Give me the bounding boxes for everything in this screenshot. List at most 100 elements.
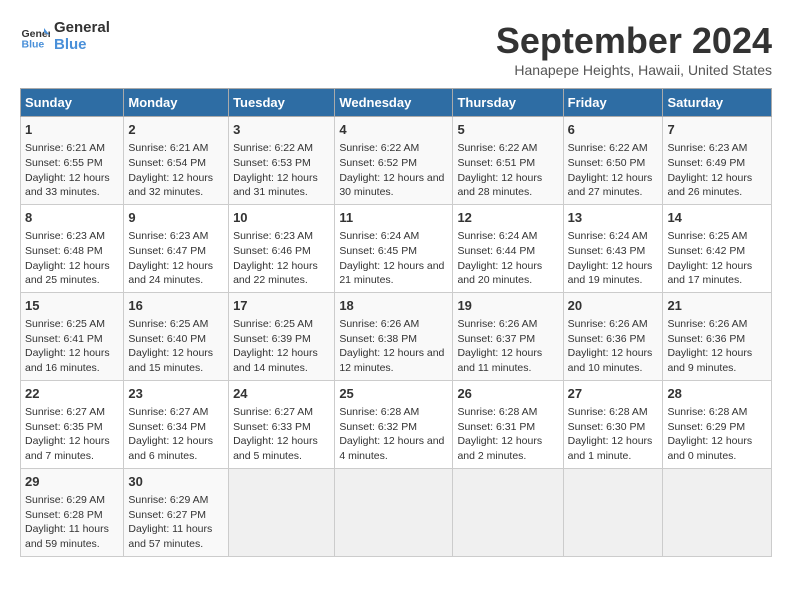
day-number: 5: [457, 121, 558, 139]
calendar-cell: 1 Sunrise: 6:21 AMSunset: 6:55 PMDaylight…: [21, 117, 124, 205]
calendar-cell: 8 Sunrise: 6:23 AMSunset: 6:48 PMDaylight…: [21, 204, 124, 292]
col-header-wednesday: Wednesday: [335, 89, 453, 117]
day-number: 19: [457, 297, 558, 315]
calendar-week-2: 8 Sunrise: 6:23 AMSunset: 6:48 PMDaylight…: [21, 204, 772, 292]
day-info: Sunrise: 6:25 AMSunset: 6:39 PMDaylight:…: [233, 317, 330, 376]
calendar-cell: 12 Sunrise: 6:24 AMSunset: 6:44 PMDayligh…: [453, 204, 563, 292]
calendar-cell: 17 Sunrise: 6:25 AMSunset: 6:39 PMDayligh…: [229, 292, 335, 380]
day-number: 14: [667, 209, 767, 227]
day-number: 18: [339, 297, 448, 315]
day-number: 10: [233, 209, 330, 227]
day-info: Sunrise: 6:28 AMSunset: 6:32 PMDaylight:…: [339, 405, 448, 464]
day-number: 6: [568, 121, 659, 139]
day-info: Sunrise: 6:25 AMSunset: 6:40 PMDaylight:…: [128, 317, 224, 376]
day-info: Sunrise: 6:26 AMSunset: 6:37 PMDaylight:…: [457, 317, 558, 376]
day-number: 21: [667, 297, 767, 315]
calendar-cell: 23 Sunrise: 6:27 AMSunset: 6:34 PMDayligh…: [124, 380, 229, 468]
day-number: 27: [568, 385, 659, 403]
calendar-cell: 7 Sunrise: 6:23 AMSunset: 6:49 PMDaylight…: [663, 117, 772, 205]
calendar-cell: 3Sunrise: 6:22 AMSunset: 6:53 PMDaylight…: [229, 117, 335, 205]
day-number: 29: [25, 473, 119, 491]
day-info: Sunrise: 6:28 AMSunset: 6:31 PMDaylight:…: [457, 405, 558, 464]
calendar-table: SundayMondayTuesdayWednesdayThursdayFrid…: [20, 88, 772, 557]
day-info: Sunrise: 6:21 AMSunset: 6:55 PMDaylight:…: [25, 141, 119, 200]
calendar-cell: 29Sunrise: 6:29 AMSunset: 6:28 PMDayligh…: [21, 468, 124, 556]
logo-icon: General Blue: [20, 22, 50, 52]
main-title: September 2024: [496, 20, 772, 62]
col-header-sunday: Sunday: [21, 89, 124, 117]
day-info: Sunrise: 6:28 AMSunset: 6:30 PMDaylight:…: [568, 405, 659, 464]
calendar-cell: 16 Sunrise: 6:25 AMSunset: 6:40 PMDayligh…: [124, 292, 229, 380]
col-header-thursday: Thursday: [453, 89, 563, 117]
calendar-cell: 26 Sunrise: 6:28 AMSunset: 6:31 PMDayligh…: [453, 380, 563, 468]
col-header-friday: Friday: [563, 89, 663, 117]
calendar-cell: 28 Sunrise: 6:28 AMSunset: 6:29 PMDayligh…: [663, 380, 772, 468]
calendar-cell: 11Sunrise: 6:24 AMSunset: 6:45 PMDayligh…: [335, 204, 453, 292]
day-info: Sunrise: 6:25 AMSunset: 6:41 PMDaylight:…: [25, 317, 119, 376]
calendar-cell: 14 Sunrise: 6:25 AMSunset: 6:42 PMDayligh…: [663, 204, 772, 292]
day-info: Sunrise: 6:22 AMSunset: 6:51 PMDaylight:…: [457, 141, 558, 200]
calendar-cell: 4 Sunrise: 6:22 AMSunset: 6:52 PMDaylight…: [335, 117, 453, 205]
title-area: September 2024 Hanapepe Heights, Hawaii,…: [496, 20, 772, 78]
calendar-cell: 19 Sunrise: 6:26 AMSunset: 6:37 PMDayligh…: [453, 292, 563, 380]
calendar-cell: 10 Sunrise: 6:23 AMSunset: 6:46 PMDayligh…: [229, 204, 335, 292]
col-header-tuesday: Tuesday: [229, 89, 335, 117]
day-info: Sunrise: 6:24 AMSunset: 6:43 PMDaylight:…: [568, 229, 659, 288]
calendar-cell: 15Sunrise: 6:25 AMSunset: 6:41 PMDayligh…: [21, 292, 124, 380]
calendar-cell: 13 Sunrise: 6:24 AMSunset: 6:43 PMDayligh…: [563, 204, 663, 292]
day-info: Sunrise: 6:22 AMSunset: 6:52 PMDaylight:…: [339, 141, 448, 200]
calendar-cell: [563, 468, 663, 556]
day-info: Sunrise: 6:27 AMSunset: 6:33 PMDaylight:…: [233, 405, 330, 464]
calendar-cell: 24 Sunrise: 6:27 AMSunset: 6:33 PMDayligh…: [229, 380, 335, 468]
subtitle: Hanapepe Heights, Hawaii, United States: [496, 62, 772, 78]
col-header-monday: Monday: [124, 89, 229, 117]
calendar-cell: 18 Sunrise: 6:26 AMSunset: 6:38 PMDayligh…: [335, 292, 453, 380]
day-number: 1: [25, 121, 119, 139]
calendar-cell: 6 Sunrise: 6:22 AMSunset: 6:50 PMDaylight…: [563, 117, 663, 205]
header: General Blue General Blue September 2024…: [20, 20, 772, 78]
day-info: Sunrise: 6:23 AMSunset: 6:49 PMDaylight:…: [667, 141, 767, 200]
day-number: 3: [233, 121, 330, 139]
day-number: 24: [233, 385, 330, 403]
calendar-cell: 22 Sunrise: 6:27 AMSunset: 6:35 PMDayligh…: [21, 380, 124, 468]
calendar-cell: [229, 468, 335, 556]
day-number: 28: [667, 385, 767, 403]
day-info: Sunrise: 6:26 AMSunset: 6:36 PMDaylight:…: [568, 317, 659, 376]
day-number: 25: [339, 385, 448, 403]
day-info: Sunrise: 6:24 AMSunset: 6:44 PMDaylight:…: [457, 229, 558, 288]
calendar-cell: 9 Sunrise: 6:23 AMSunset: 6:47 PMDaylight…: [124, 204, 229, 292]
day-number: 11: [339, 209, 448, 227]
day-number: 7: [667, 121, 767, 139]
day-info: Sunrise: 6:29 AMSunset: 6:27 PMDaylight:…: [128, 493, 224, 552]
day-info: Sunrise: 6:23 AMSunset: 6:46 PMDaylight:…: [233, 229, 330, 288]
header-row: SundayMondayTuesdayWednesdayThursdayFrid…: [21, 89, 772, 117]
day-info: Sunrise: 6:26 AMSunset: 6:38 PMDaylight:…: [339, 317, 448, 376]
day-info: Sunrise: 6:23 AMSunset: 6:47 PMDaylight:…: [128, 229, 224, 288]
calendar-cell: [663, 468, 772, 556]
day-number: 26: [457, 385, 558, 403]
day-info: Sunrise: 6:27 AMSunset: 6:34 PMDaylight:…: [128, 405, 224, 464]
calendar-cell: 5 Sunrise: 6:22 AMSunset: 6:51 PMDaylight…: [453, 117, 563, 205]
calendar-cell: 20Sunrise: 6:26 AMSunset: 6:36 PMDayligh…: [563, 292, 663, 380]
day-number: 17: [233, 297, 330, 315]
day-info: Sunrise: 6:25 AMSunset: 6:42 PMDaylight:…: [667, 229, 767, 288]
col-header-saturday: Saturday: [663, 89, 772, 117]
day-number: 23: [128, 385, 224, 403]
calendar-week-5: 29Sunrise: 6:29 AMSunset: 6:28 PMDayligh…: [21, 468, 772, 556]
logo-line1: General: [54, 20, 110, 37]
day-info: Sunrise: 6:28 AMSunset: 6:29 PMDaylight:…: [667, 405, 767, 464]
day-info: Sunrise: 6:27 AMSunset: 6:35 PMDaylight:…: [25, 405, 119, 464]
day-info: Sunrise: 6:23 AMSunset: 6:48 PMDaylight:…: [25, 229, 119, 288]
day-number: 13: [568, 209, 659, 227]
svg-text:Blue: Blue: [22, 38, 45, 50]
day-number: 4: [339, 121, 448, 139]
day-info: Sunrise: 6:26 AMSunset: 6:36 PMDaylight:…: [667, 317, 767, 376]
day-number: 12: [457, 209, 558, 227]
day-number: 8: [25, 209, 119, 227]
calendar-cell: 25 Sunrise: 6:28 AMSunset: 6:32 PMDayligh…: [335, 380, 453, 468]
day-number: 16: [128, 297, 224, 315]
day-number: 9: [128, 209, 224, 227]
day-number: 22: [25, 385, 119, 403]
day-info: Sunrise: 6:21 AMSunset: 6:54 PMDaylight:…: [128, 141, 224, 200]
day-info: Sunrise: 6:22 AMSunset: 6:50 PMDaylight:…: [568, 141, 659, 200]
